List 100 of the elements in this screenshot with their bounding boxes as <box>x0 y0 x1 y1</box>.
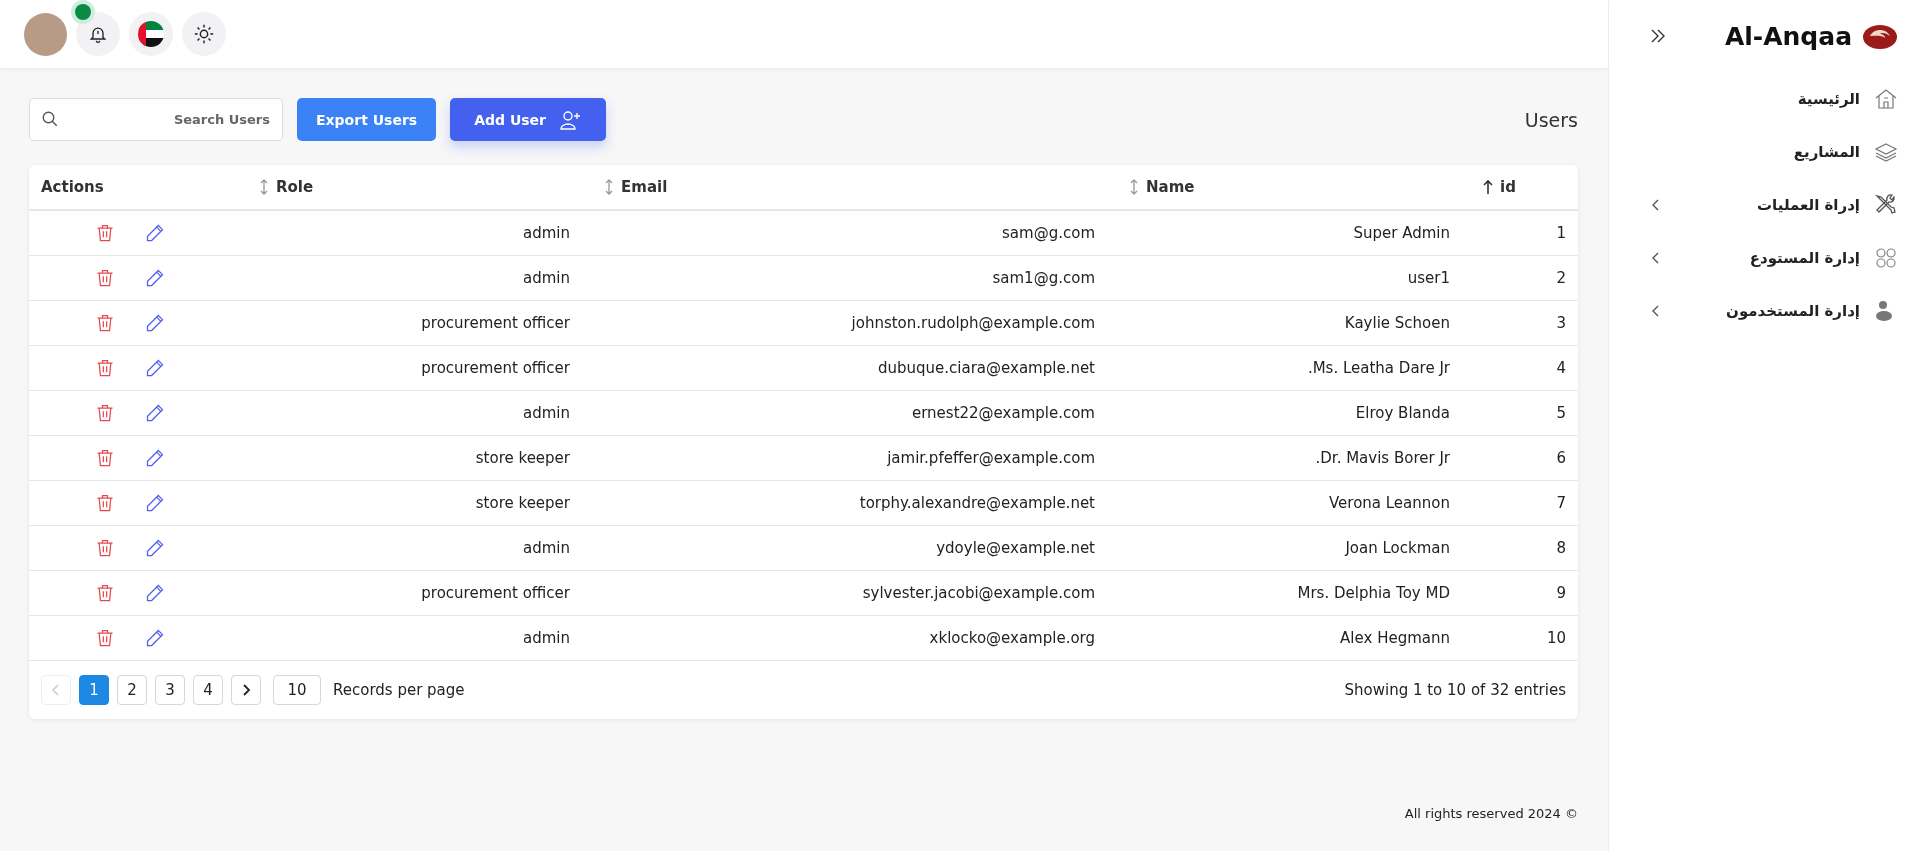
pencil-icon[interactable] <box>145 583 165 603</box>
pencil-icon[interactable] <box>145 268 165 288</box>
pencil-icon[interactable] <box>145 493 165 513</box>
sun-icon <box>193 23 215 45</box>
table-cell-text: sam@g.com <box>1001 224 1096 242</box>
chevron-right-icon <box>241 684 251 696</box>
table-cell-text: Mrs. Delphia Toy MD <box>1296 584 1451 602</box>
trash-icon[interactable] <box>95 358 115 378</box>
next-page-button[interactable] <box>231 675 261 705</box>
table-cell-text: 8 <box>1555 539 1567 557</box>
table-cell-text: ydoyle@example.net <box>935 539 1096 557</box>
table-cell-text: Joan Lockman <box>1343 539 1451 557</box>
page-button[interactable]: 2 <box>117 675 147 705</box>
table-cell-text: 7 <box>1555 494 1567 512</box>
table-cell-text: sam1@g.com <box>991 269 1096 287</box>
pencil-icon[interactable] <box>145 223 165 243</box>
table-cell-text: Elroy Blanda <box>1354 404 1451 422</box>
table-cell-text: admin <box>522 629 571 647</box>
table-cell-text: torphy.alexandre@example.net <box>858 494 1096 512</box>
table-cell-text: admin <box>522 269 571 287</box>
table-cell-text: dubuque.ciara@example.net <box>877 359 1096 377</box>
sort-icon[interactable] <box>1128 179 1140 195</box>
sidebar-item[interactable]: إدارة المستخدمون <box>1639 284 1898 337</box>
pencil-icon[interactable] <box>145 358 165 378</box>
entries-summary: Showing 1 to 10 of 32 entries <box>1344 681 1566 699</box>
table-cell-text: store keeper <box>474 449 571 467</box>
sidebar-item[interactable]: الرئيسية <box>1639 72 1898 125</box>
table-cell-text: 2 <box>1555 269 1567 287</box>
trash-icon[interactable] <box>95 538 115 558</box>
brand-name: Al-Anqaa <box>1724 21 1852 51</box>
table-cell-text: 9 <box>1555 584 1567 602</box>
table-cell-text: 10 <box>1545 629 1567 647</box>
trash-icon[interactable] <box>95 628 115 648</box>
pencil-icon[interactable] <box>145 538 165 558</box>
table-cell-text: admin <box>522 224 571 242</box>
table-cell-text: johnston.rudolph@example.com <box>850 314 1096 332</box>
trash-icon[interactable] <box>95 493 115 513</box>
page-title: Users <box>1524 108 1578 131</box>
column-header: Role <box>276 178 314 196</box>
copyright-text: All rights reserved 2024 © <box>1404 806 1578 821</box>
search-field[interactable]: Search Users <box>29 98 283 141</box>
sort-icon[interactable] <box>603 179 615 195</box>
sort-icon[interactable] <box>258 179 270 195</box>
pencil-icon[interactable] <box>145 403 165 423</box>
table-cell-text: 6 <box>1555 449 1567 467</box>
pencil-icon[interactable] <box>145 628 165 648</box>
grid-icon <box>1874 245 1898 270</box>
table-cell-text: procurement officer <box>420 359 571 377</box>
table-cell-text: Kaylie Schoen <box>1343 314 1451 332</box>
table-cell-text: user1 <box>1406 269 1451 287</box>
column-header: Actions <box>41 178 104 196</box>
trash-icon[interactable] <box>95 268 115 288</box>
bird-logo-icon <box>1862 22 1898 50</box>
add-user-button[interactable]: Add User <box>450 98 606 141</box>
column-header: Email <box>621 178 668 196</box>
table-cell-text: store keeper <box>474 494 571 512</box>
tools-icon <box>1874 192 1898 217</box>
column-header: id <box>1500 178 1516 196</box>
notification-button[interactable] <box>76 12 120 56</box>
search-icon <box>41 110 59 128</box>
sidebar-item[interactable]: إدراة العمليات <box>1639 178 1898 231</box>
table-cell-text: 5 <box>1555 404 1567 422</box>
sidebar-item[interactable]: المشاريع <box>1639 125 1898 178</box>
chevron-left-icon <box>51 684 61 696</box>
sort-ascending-icon[interactable] <box>1482 179 1494 195</box>
table-cell-text: ernest22@example.com <box>910 404 1096 422</box>
table-cell-text: 4 <box>1555 359 1567 377</box>
table-cell-text: .Ms. Leatha Dare Jr <box>1306 359 1451 377</box>
page-size-label: Records per page <box>333 681 465 699</box>
page-size-field[interactable]: 10 <box>273 675 321 705</box>
theme-button[interactable] <box>182 12 226 56</box>
table-cell-text: sylvester.jacobi@example.com <box>861 584 1096 602</box>
trash-icon[interactable] <box>95 313 115 333</box>
pencil-icon[interactable] <box>145 448 165 468</box>
table-cell-text: admin <box>522 539 571 557</box>
table-cell-text: Alex Hegmann <box>1339 629 1451 647</box>
export-button[interactable]: Export Users <box>297 98 437 141</box>
table-cell-text: procurement officer <box>420 584 571 602</box>
table-cell-text: admin <box>522 404 571 422</box>
avatar[interactable] <box>24 12 67 56</box>
table-cell-text: .Dr. Mavis Borer Jr <box>1314 449 1451 467</box>
page-button[interactable]: 3 <box>155 675 185 705</box>
table-cell-text: 3 <box>1555 314 1567 332</box>
page-button[interactable]: 1 <box>79 675 109 705</box>
trash-icon[interactable] <box>95 223 115 243</box>
language-button[interactable] <box>129 12 173 56</box>
sidebar-item[interactable]: إدارة المستودع <box>1639 231 1898 284</box>
table-cell-text: Super Admin <box>1352 224 1451 242</box>
pencil-icon[interactable] <box>145 313 165 333</box>
trash-icon[interactable] <box>95 583 115 603</box>
table-cell-text: 1 <box>1555 224 1567 242</box>
page-button[interactable]: 4 <box>193 675 223 705</box>
column-header: Name <box>1146 178 1195 196</box>
table-cell-text: jamir.pfeffer@example.com <box>886 449 1096 467</box>
trash-icon[interactable] <box>95 448 115 468</box>
flag-icon <box>138 21 164 47</box>
table-cell-text: procurement officer <box>420 314 571 332</box>
trash-icon[interactable] <box>95 403 115 423</box>
table-cell-text: xklocko@example.org <box>928 629 1096 647</box>
table-cell-text: Verona Leannon <box>1327 494 1451 512</box>
